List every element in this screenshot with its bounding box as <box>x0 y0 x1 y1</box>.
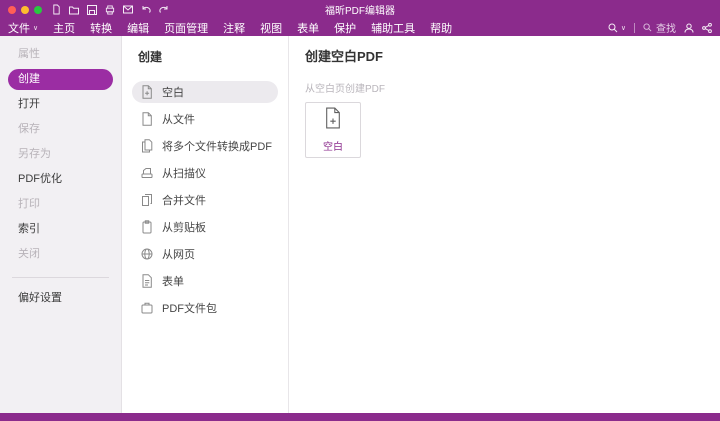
convert-multiple-icon <box>141 139 153 153</box>
separator <box>634 22 635 33</box>
sidebar-item-print: 打印 <box>18 198 40 210</box>
new-doc-icon[interactable] <box>52 4 61 15</box>
create-item-combine-files[interactable]: 合并文件 <box>132 189 278 211</box>
create-item-label: 合并文件 <box>162 195 206 207</box>
sidebar-item-index[interactable]: 索引 <box>8 219 113 240</box>
menu-page-management[interactable]: 页面管理 <box>164 20 208 36</box>
share-icon[interactable] <box>702 22 712 33</box>
menu-accessibility[interactable]: 辅助工具 <box>371 20 415 36</box>
new-blank-page-icon <box>324 107 342 134</box>
sidebar-item-save-as: 另存为 <box>18 148 51 160</box>
combine-files-icon <box>141 193 153 207</box>
blank-page-icon <box>141 85 153 99</box>
create-item-from-web[interactable]: 从网页 <box>132 243 278 265</box>
create-item-label: 表单 <box>162 276 184 288</box>
menu-comment[interactable]: 注释 <box>223 20 245 36</box>
panel-header: 创建 <box>138 50 163 64</box>
scanner-icon <box>141 166 153 180</box>
sidebar-item-open[interactable]: 打开 <box>8 94 113 115</box>
magnifier-icon <box>608 23 618 32</box>
pane-subtitle: 从空白页创建PDF <box>305 84 385 95</box>
divider <box>12 277 109 278</box>
redo-icon[interactable] <box>159 5 169 14</box>
create-item-label: 将多个文件转换成PDF <box>162 141 272 153</box>
search-input[interactable]: 查找 <box>643 20 676 35</box>
bottom-bar <box>0 413 720 421</box>
create-item-pdf-portfolio[interactable]: PDF文件包 <box>132 297 278 319</box>
create-item-label: 从扫描仪 <box>162 168 206 180</box>
menu-protect[interactable]: 保护 <box>334 20 356 36</box>
menu-view[interactable]: 视图 <box>260 20 282 36</box>
backstage-view: 属性 创建 打开 保存 另存为 PDF优化 打印 索引 关闭 偏好设置 创建 空… <box>0 36 720 413</box>
create-item-label: PDF文件包 <box>162 303 217 315</box>
sidebar-item-preferences[interactable]: 偏好设置 <box>8 288 113 309</box>
app-window: 福昕PDF编辑器 文件 ∨ 主页 转换 编辑 页面管理 注释 视图 表单 保护 辅… <box>0 0 720 421</box>
traffic-lights <box>8 5 42 14</box>
chevron-down-icon: ∨ <box>33 24 39 32</box>
close-window-button[interactable] <box>8 5 16 14</box>
create-item-form[interactable]: 表单 <box>132 270 278 292</box>
sidebar-item-pdf-optimize[interactable]: PDF优化 <box>8 169 113 190</box>
create-item-label: 从网页 <box>162 249 195 261</box>
open-folder-icon[interactable] <box>69 5 79 15</box>
create-item-from-file[interactable]: 从文件 <box>132 108 278 130</box>
create-item-blank[interactable]: 空白 <box>132 81 278 103</box>
menu-edit[interactable]: 编辑 <box>127 20 149 36</box>
create-item-from-scanner[interactable]: 从扫描仪 <box>132 162 278 184</box>
sidebar-item-create[interactable]: 创建 <box>8 69 113 90</box>
create-item-label: 从文件 <box>162 114 195 126</box>
create-options-panel: 创建 空白 从文件 将多个文件转换成PDF 从扫描仪 合并文件 从剪贴板 从网页… <box>122 36 289 413</box>
menubar: 文件 ∨ 主页 转换 编辑 页面管理 注释 视图 表单 保护 辅助工具 帮助 ∨ … <box>0 19 720 36</box>
form-icon <box>141 274 153 288</box>
clipboard-icon <box>141 220 153 234</box>
sidebar-item-properties: 属性 <box>18 48 40 60</box>
zoom-selector[interactable]: ∨ <box>608 23 626 33</box>
web-icon <box>141 247 153 261</box>
card-label: 空白 <box>323 142 343 153</box>
menu-file-label: 文件 <box>8 22 30 35</box>
sidebar-item-close: 关闭 <box>18 248 40 260</box>
print-icon[interactable] <box>105 4 115 15</box>
blank-pdf-card[interactable]: 空白 <box>305 102 361 158</box>
create-item-convert-multiple[interactable]: 将多个文件转换成PDF <box>132 135 278 157</box>
from-file-icon <box>141 112 153 126</box>
search-icon <box>643 23 652 32</box>
minimize-window-button[interactable] <box>21 5 29 14</box>
file-menu-sidebar: 属性 创建 打开 保存 另存为 PDF优化 打印 索引 关闭 偏好设置 <box>0 36 122 413</box>
portfolio-icon <box>141 301 153 315</box>
search-placeholder: 查找 <box>656 24 676 35</box>
menu-convert[interactable]: 转换 <box>90 20 112 36</box>
create-item-from-clipboard[interactable]: 从剪贴板 <box>132 216 278 238</box>
sidebar-item-save: 保存 <box>18 123 40 135</box>
menu-help[interactable]: 帮助 <box>430 20 452 36</box>
menu-home[interactable]: 主页 <box>53 20 75 36</box>
zoom-window-button[interactable] <box>34 5 42 14</box>
chevron-down-icon: ∨ <box>620 24 626 32</box>
undo-icon[interactable] <box>141 5 151 14</box>
create-item-label: 从剪贴板 <box>162 222 206 234</box>
avatar-icon[interactable] <box>684 23 694 33</box>
menu-form[interactable]: 表单 <box>297 20 319 36</box>
save-icon[interactable] <box>87 4 97 15</box>
mail-icon[interactable] <box>123 5 133 14</box>
create-item-label: 空白 <box>162 87 184 99</box>
titlebar: 福昕PDF编辑器 <box>0 0 720 19</box>
pane-title: 创建空白PDF <box>305 49 384 64</box>
create-blank-pdf-pane: 创建空白PDF 从空白页创建PDF 空白 <box>289 36 720 413</box>
menu-file[interactable]: 文件 ∨ <box>8 20 38 36</box>
